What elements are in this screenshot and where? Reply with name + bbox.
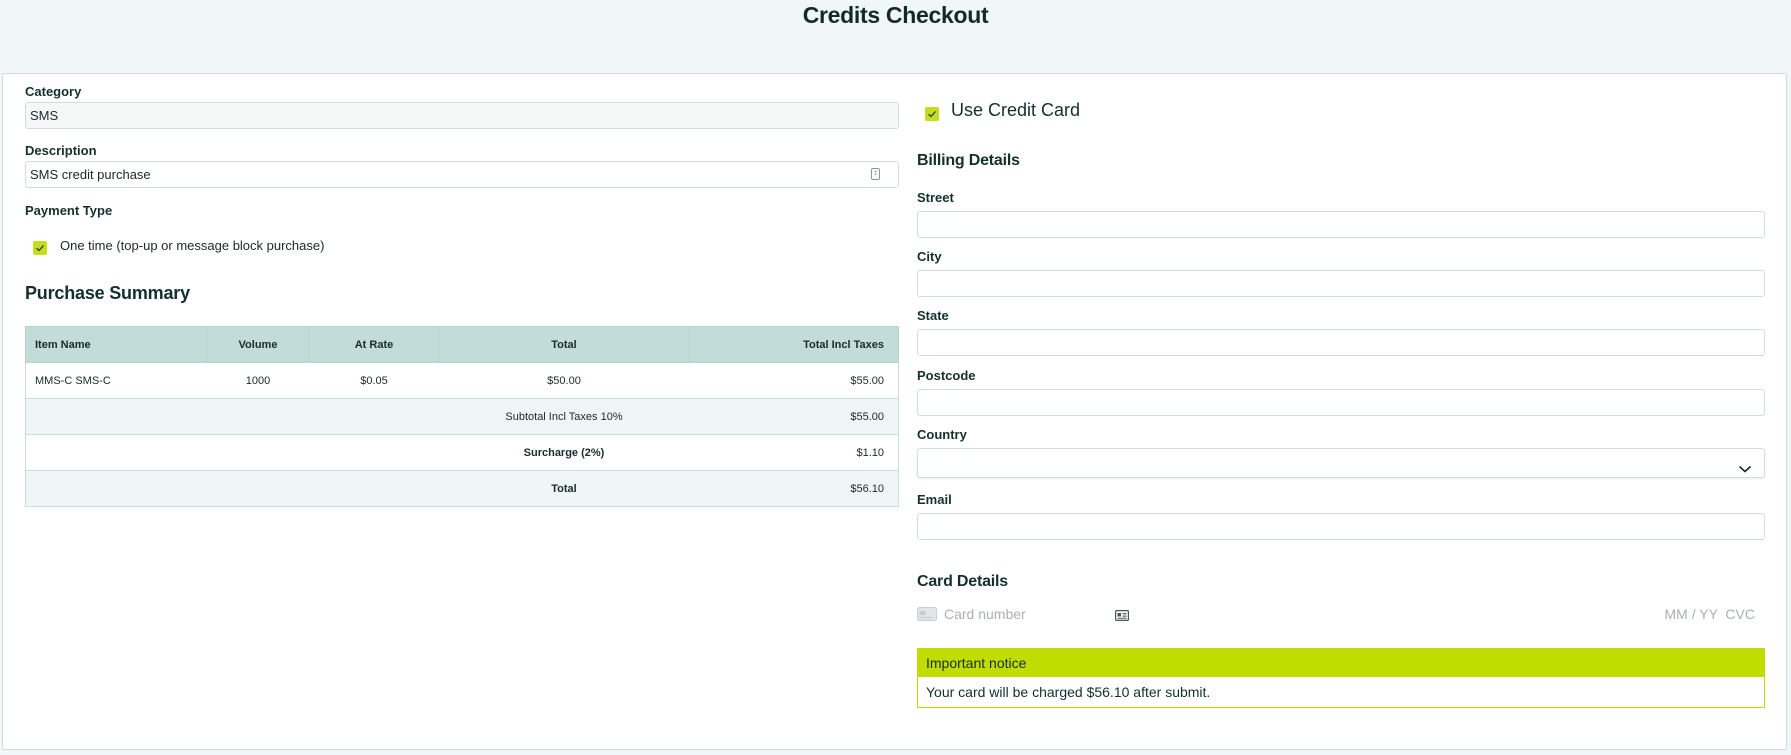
description-input[interactable]: SMS credit purchase	[25, 161, 899, 188]
postcode-label: Postcode	[917, 368, 976, 383]
city-label: City	[917, 249, 942, 264]
street-label: Street	[917, 190, 954, 205]
country-label: Country	[917, 427, 967, 442]
card-input[interactable]: Card number MM / YY CVC	[917, 604, 1765, 628]
item-total-cell: $50.00	[438, 362, 690, 399]
subtotal-value: $55.00	[689, 398, 899, 435]
city-input[interactable]	[917, 270, 1765, 297]
state-input[interactable]	[917, 329, 1765, 356]
check-icon	[928, 111, 936, 118]
surcharge-row: Surcharge (2%) $1.10	[25, 434, 899, 471]
checkout-card: Category SMS Description SMS credit purc…	[2, 73, 1787, 750]
table-row: MMS-C SMS-C 1000 $0.05 $50.00 $55.00	[25, 362, 899, 399]
grand-total-row: Total $56.10	[25, 470, 899, 507]
header-total-incl-taxes: Total Incl Taxes	[689, 326, 899, 363]
surcharge-value: $1.10	[689, 434, 899, 471]
credit-card-icon	[917, 607, 937, 626]
check-icon	[36, 245, 44, 252]
category-label: Category	[25, 84, 82, 99]
grand-total-spacer	[25, 470, 439, 507]
notice-message: Your card will be charged $56.10 after s…	[918, 677, 1764, 707]
header-total: Total	[438, 326, 690, 363]
category-field: SMS	[25, 102, 899, 129]
description-value: SMS credit purchase	[30, 167, 151, 182]
autofill-icon[interactable]	[871, 168, 880, 180]
state-label: State	[917, 308, 949, 323]
subtotal-label: Subtotal Incl Taxes 10%	[438, 398, 690, 435]
item-total-incl-cell: $55.00	[689, 362, 899, 399]
description-label: Description	[25, 143, 97, 158]
use-credit-card-label: Use Credit Card	[951, 100, 1081, 120]
surcharge-spacer	[25, 434, 439, 471]
item-rate-cell: $0.05	[309, 362, 439, 399]
billing-details-title: Billing Details	[917, 152, 1020, 169]
subtotal-row: Subtotal Incl Taxes 10% $55.00	[25, 398, 899, 435]
item-volume-cell: 1000	[206, 362, 310, 399]
country-select[interactable]	[917, 448, 1765, 478]
page-title: Credits Checkout	[802, 2, 989, 28]
email-input[interactable]	[917, 513, 1765, 540]
card-details-title: Card Details	[917, 573, 1008, 590]
surcharge-label: Surcharge (2%)	[438, 434, 690, 471]
street-input[interactable]	[917, 211, 1765, 238]
purchase-summary-table: Item Name Volume At Rate Total Total Inc…	[25, 326, 899, 507]
header-item-name: Item Name	[25, 326, 207, 363]
grand-total-label: Total	[438, 470, 690, 507]
one-time-label: One time (top-up or message block purcha…	[60, 238, 325, 253]
email-label: Email	[917, 492, 952, 507]
expiry-cvc-placeholder: MM / YY CVC	[1664, 606, 1755, 622]
chevron-down-icon[interactable]	[1738, 457, 1752, 482]
contact-card-icon[interactable]	[1115, 608, 1130, 626]
grand-total-value: $56.10	[689, 470, 899, 507]
item-name-cell: MMS-C SMS-C	[25, 362, 207, 399]
header-at-rate: At Rate	[309, 326, 439, 363]
purchase-summary-title: Purchase Summary	[25, 283, 190, 303]
subtotal-spacer	[25, 398, 439, 435]
notice-title: Important notice	[918, 649, 1764, 677]
card-number-placeholder: Card number	[944, 606, 1026, 622]
postcode-input[interactable]	[917, 389, 1765, 416]
one-time-checkbox[interactable]	[33, 241, 47, 255]
important-notice: Important notice Your card will be charg…	[917, 648, 1765, 708]
payment-type-label: Payment Type	[25, 203, 113, 218]
table-header-row: Item Name Volume At Rate Total Total Inc…	[25, 326, 899, 363]
use-credit-card-checkbox[interactable]	[925, 107, 939, 121]
header-volume: Volume	[206, 326, 310, 363]
